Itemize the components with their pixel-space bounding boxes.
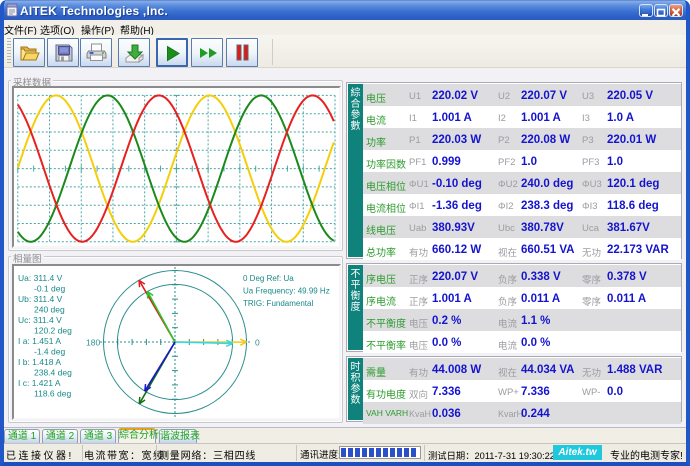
svg-text:-0.1 deg: -0.1 deg <box>34 284 65 294</box>
svg-text:180: 180 <box>86 338 100 348</box>
svg-text:Ua Frequency: 49.99 Hz: Ua Frequency: 49.99 Hz <box>243 287 330 296</box>
svg-text:120.2 deg: 120.2 deg <box>34 326 72 336</box>
svg-text:Uc: 311.4 V: Uc: 311.4 V <box>18 315 62 325</box>
svg-text:-1.4 deg: -1.4 deg <box>34 347 65 357</box>
svg-text:240 deg: 240 deg <box>34 305 65 315</box>
svg-text:I b: 1.418 A: I b: 1.418 A <box>18 357 61 367</box>
svg-text:0 Deg Ref: Ua: 0 Deg Ref: Ua <box>243 274 294 283</box>
svg-text:I c: 1.421 A: I c: 1.421 A <box>18 378 61 388</box>
svg-text:118.6 deg: 118.6 deg <box>34 389 71 399</box>
svg-text:238.4 deg: 238.4 deg <box>34 368 72 378</box>
svg-text:0: 0 <box>255 338 260 348</box>
svg-text:I a: 1.451 A: I a: 1.451 A <box>18 336 61 346</box>
svg-text:Ub: 311.4 V: Ub: 311.4 V <box>18 294 63 304</box>
svg-text:TRIG: Fundamental: TRIG: Fundamental <box>243 299 313 308</box>
svg-text:Ua: 311.4 V: Ua: 311.4 V <box>18 273 63 283</box>
